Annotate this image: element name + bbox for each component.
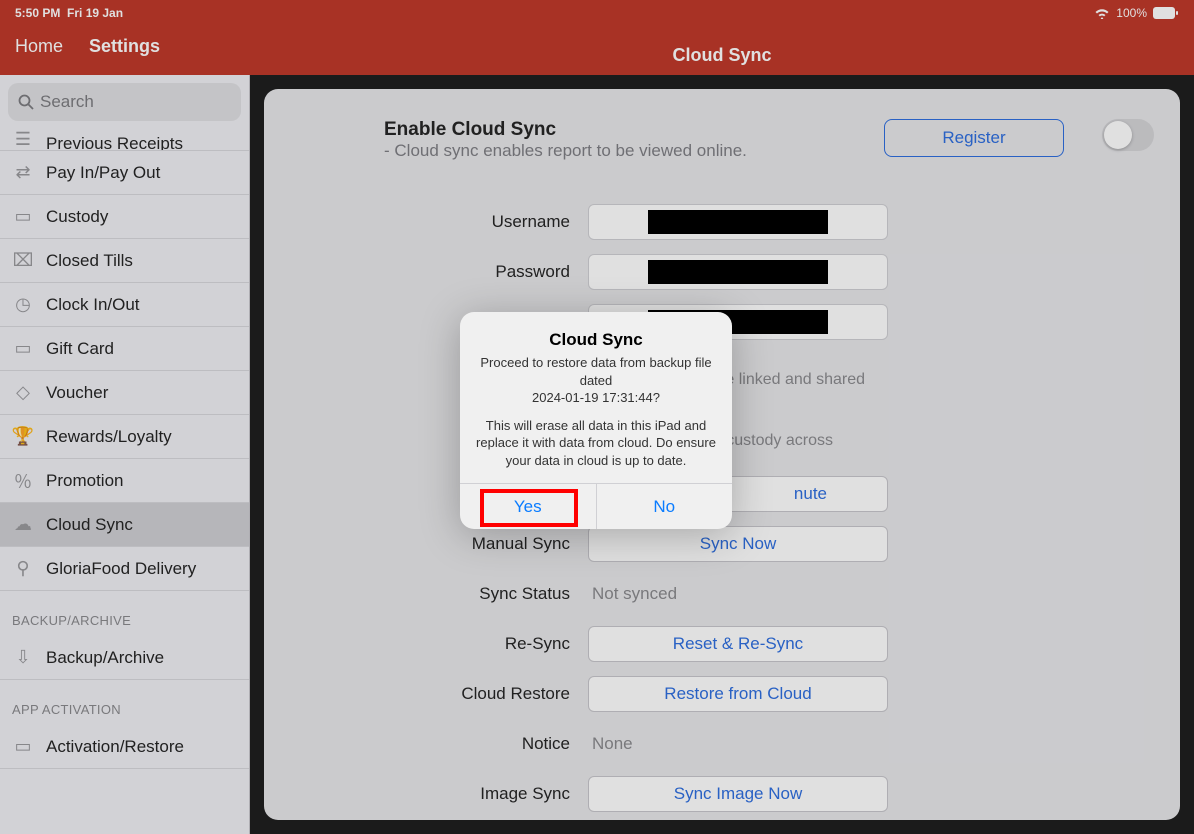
dialog-title: Cloud Sync xyxy=(474,330,718,350)
confirm-dialog: Cloud Sync Proceed to restore data from … xyxy=(460,312,732,529)
dialog-message: Proceed to restore data from backup file… xyxy=(474,354,718,407)
dialog-warning: This will erase all data in this iPad an… xyxy=(474,417,718,470)
dialog-yes-button[interactable]: Yes xyxy=(460,484,596,529)
dialog-no-button[interactable]: No xyxy=(596,484,733,529)
